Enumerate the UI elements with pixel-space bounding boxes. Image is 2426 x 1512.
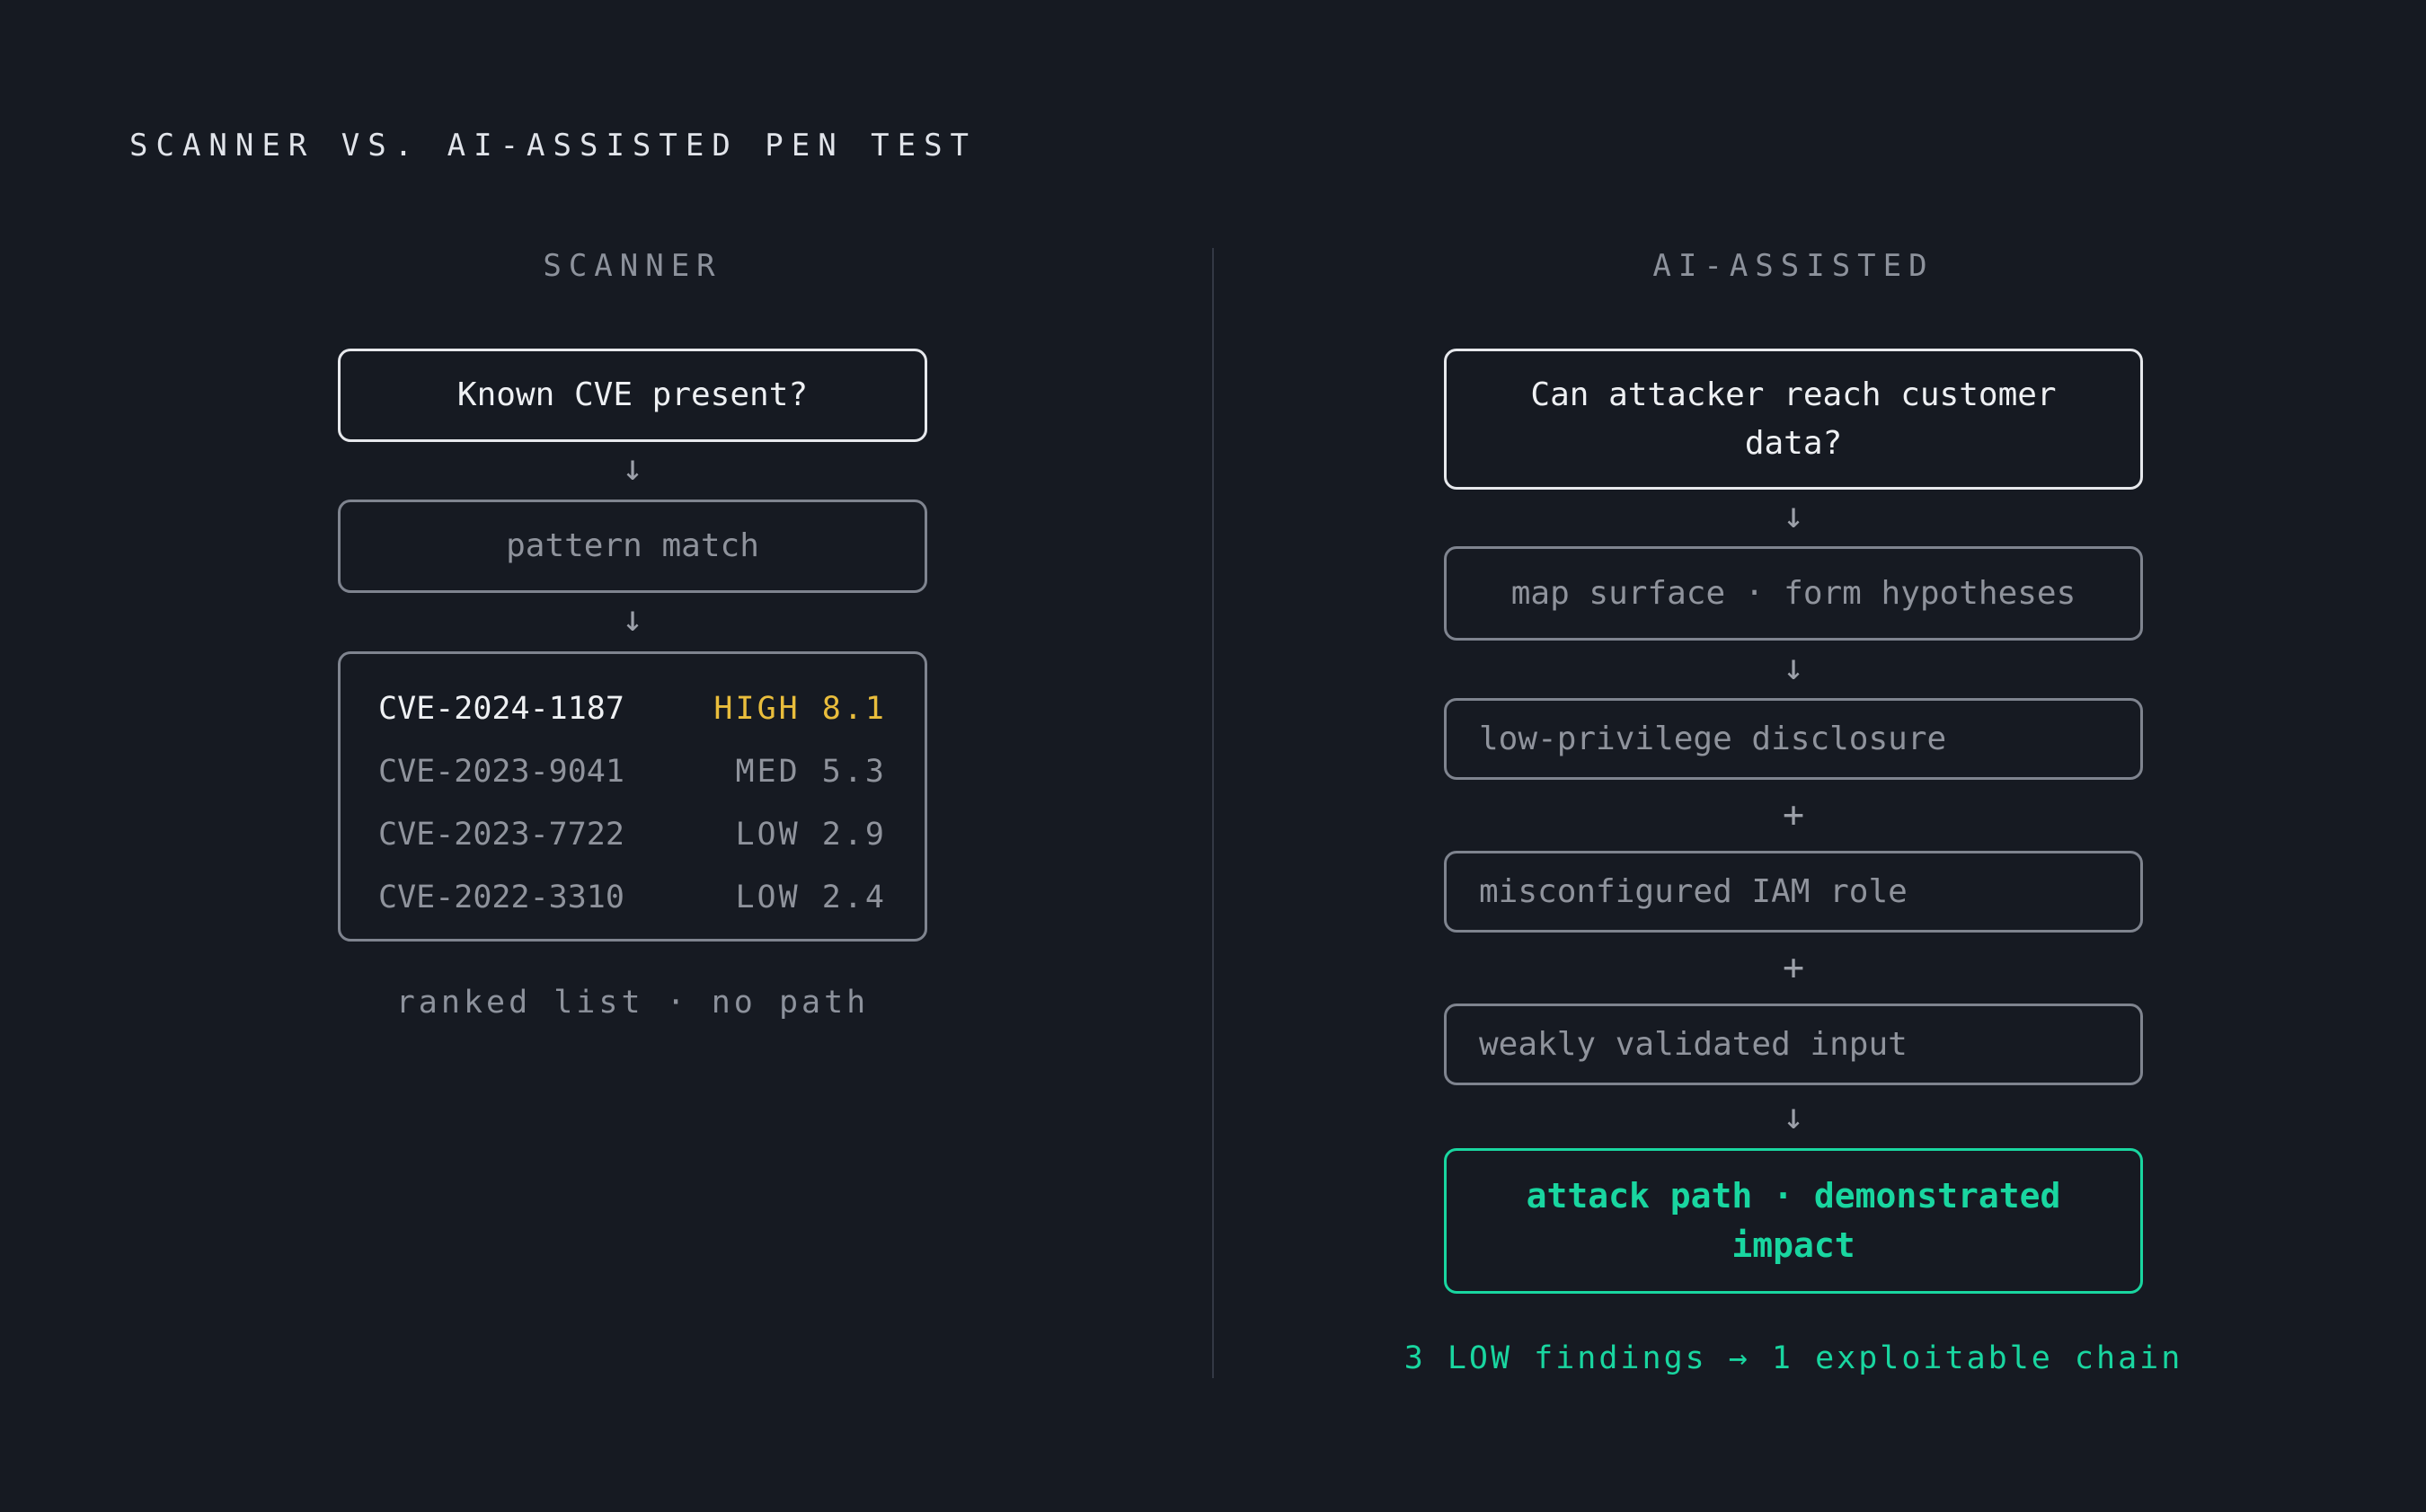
attack-path-result-box: attack path · demonstrated impact <box>1444 1148 2143 1294</box>
cve-severity: MED 5.3 <box>735 754 887 790</box>
cve-severity: LOW 2.4 <box>735 880 887 915</box>
cve-severity: LOW 2.9 <box>735 817 887 853</box>
ai-caption: 3 LOW findings → 1 exploitable chain <box>1403 1340 2183 1376</box>
scanner-arrow-2: ↓ <box>621 598 644 640</box>
cve-row: CVE-2024-1187 HIGH 8.1 <box>378 677 887 740</box>
cve-id: CVE-2023-9041 <box>378 754 624 790</box>
finding-box: misconfigured IAM role <box>1444 851 2143 933</box>
scanner-caption: ranked list · no path <box>395 985 870 1021</box>
cve-row: CVE-2023-9041 MED 5.3 <box>378 740 887 803</box>
cve-row: CVE-2022-3310 LOW 2.4 <box>378 866 887 929</box>
cve-findings-table: CVE-2024-1187 HIGH 8.1 CVE-2023-9041 MED… <box>338 651 927 942</box>
column-divider <box>1212 248 1214 1378</box>
scanner-heading: SCANNER <box>543 248 722 284</box>
ai-method-box: map surface · form hypotheses <box>1444 546 2143 641</box>
ai-arrow-3: ↓ <box>1782 1096 1805 1137</box>
scanner-method-box: pattern match <box>338 500 927 593</box>
page-title: SCANNER VS. AI-ASSISTED PEN TEST <box>129 128 978 164</box>
ai-question-box: Can attacker reach customer data? <box>1444 349 2143 490</box>
ai-assisted-heading: AI-ASSISTED <box>1652 248 1935 284</box>
plus-connector: + <box>1782 947 1805 988</box>
scanner-question-box: Known CVE present? <box>338 349 927 442</box>
cve-severity: HIGH 8.1 <box>713 691 887 727</box>
ai-arrow-1: ↓ <box>1782 495 1805 536</box>
finding-box: weakly validated input <box>1444 1004 2143 1085</box>
cve-row: CVE-2023-7722 LOW 2.9 <box>378 803 887 866</box>
ai-arrow-2: ↓ <box>1782 647 1805 688</box>
scanner-arrow-1: ↓ <box>621 447 644 489</box>
cve-id: CVE-2022-3310 <box>378 880 624 915</box>
cve-id: CVE-2023-7722 <box>378 817 624 853</box>
plus-connector: + <box>1782 794 1805 836</box>
finding-box: low-privilege disclosure <box>1444 698 2143 780</box>
cve-id: CVE-2024-1187 <box>378 691 624 727</box>
